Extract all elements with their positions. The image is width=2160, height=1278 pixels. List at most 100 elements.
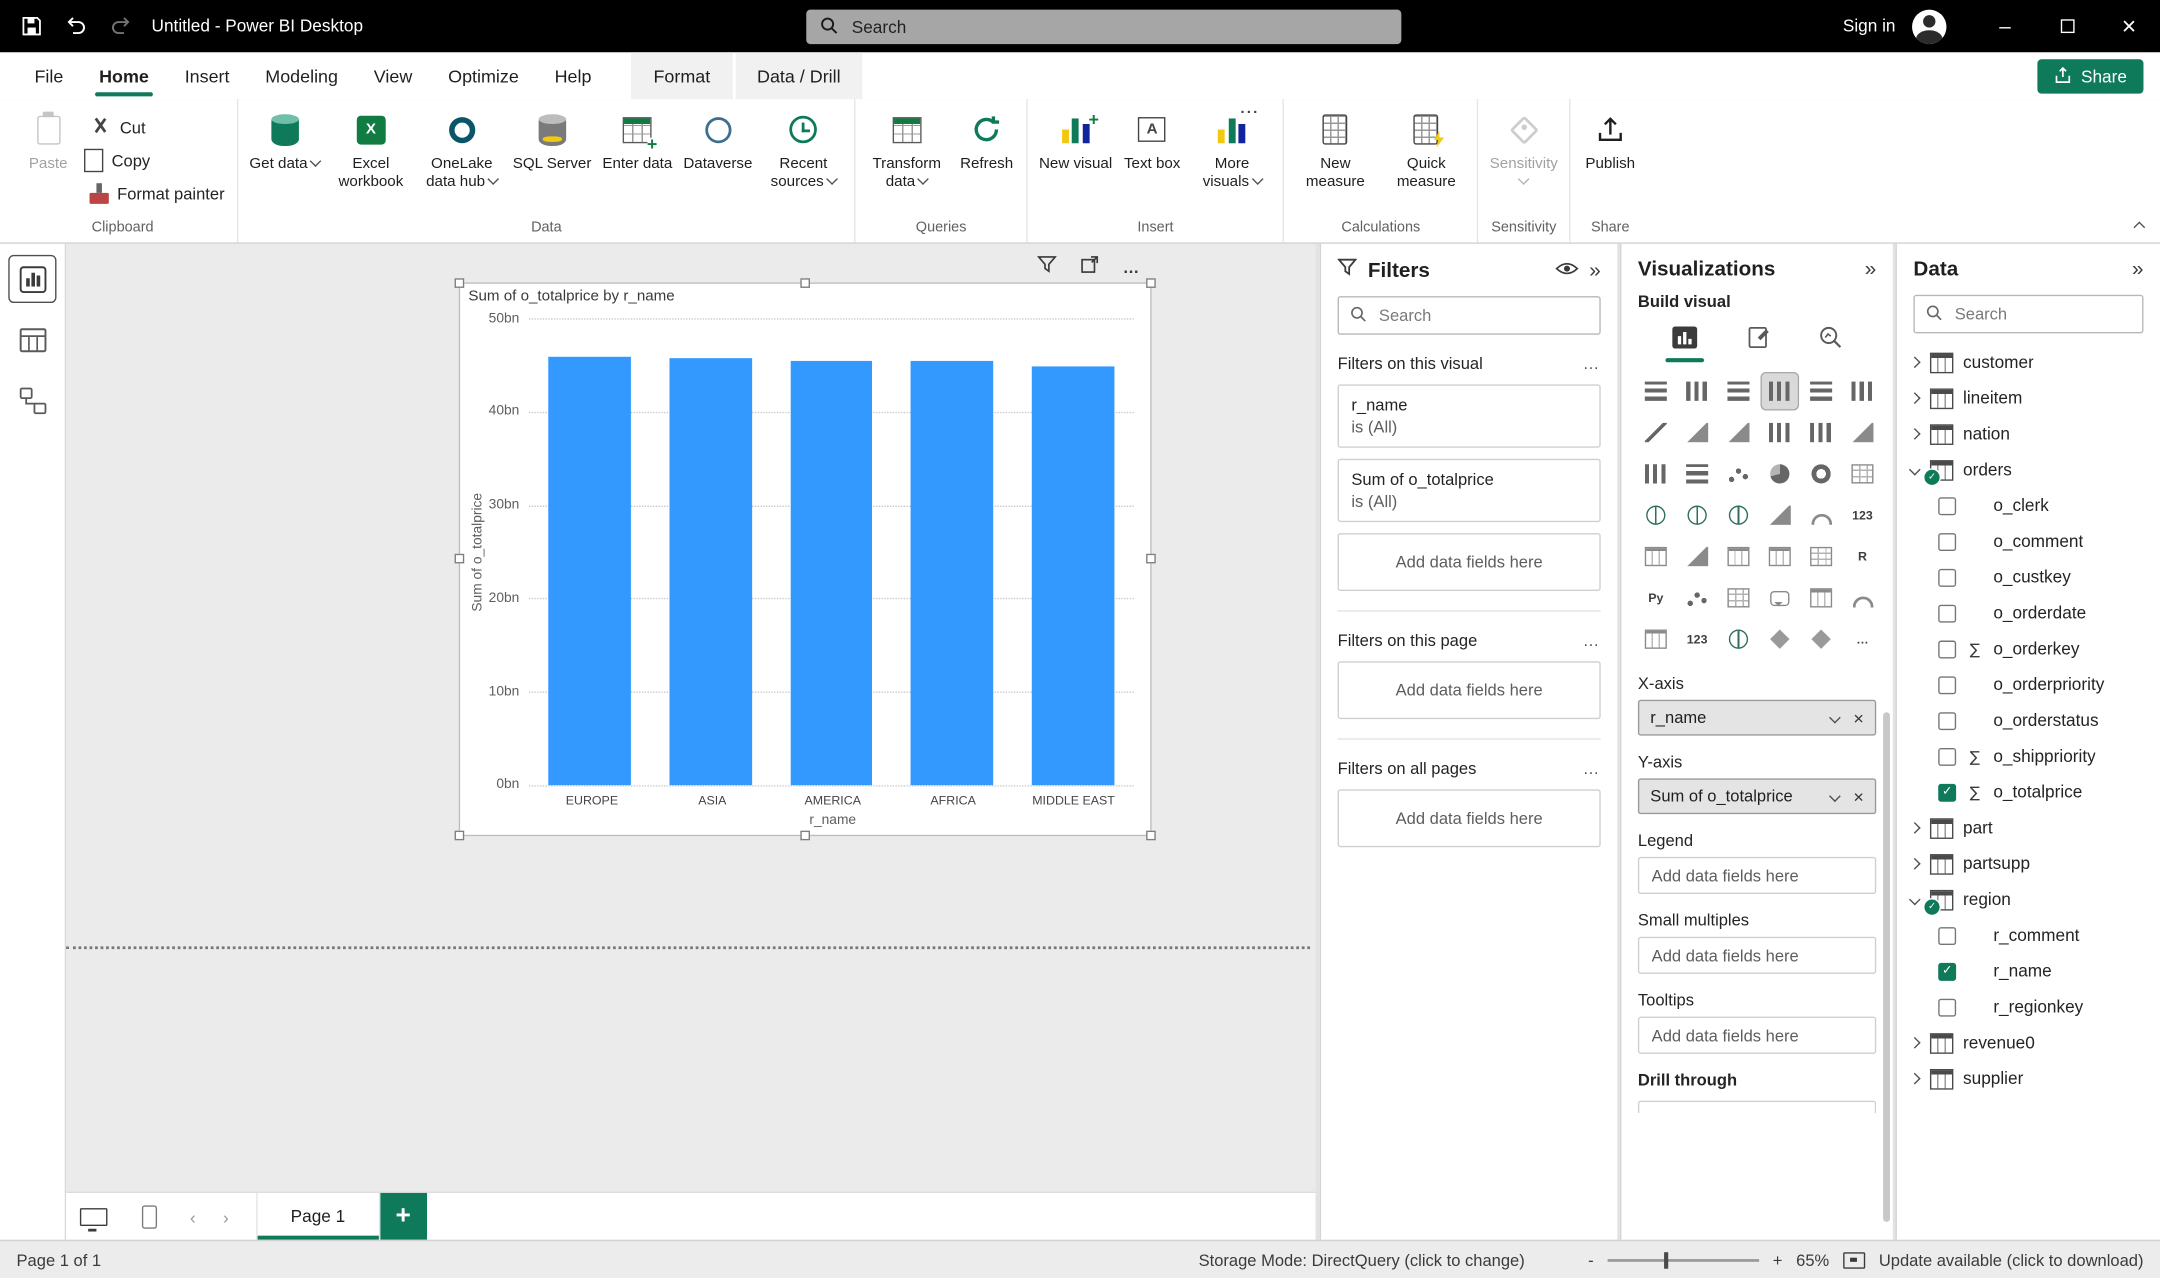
redo-icon[interactable] [107, 14, 132, 39]
add-filter-dropzone[interactable]: Add data fields here [1338, 661, 1601, 719]
format-visual-tab[interactable] [1738, 320, 1779, 363]
section-more-options-icon[interactable]: … [1583, 759, 1601, 778]
chart-bar[interactable] [1032, 366, 1114, 785]
new-page-button[interactable]: + [380, 1193, 427, 1240]
zoom-level[interactable]: 65% [1796, 1250, 1829, 1269]
resize-handle[interactable] [1146, 278, 1156, 288]
visual-type-button[interactable] [1762, 497, 1798, 533]
field-tree-row[interactable]: o_clerk [1897, 488, 2160, 524]
field-tree-row[interactable]: o_orderkey [1897, 631, 2160, 667]
menu-tab[interactable]: Optimize [430, 52, 536, 99]
resize-handle[interactable] [455, 554, 465, 564]
resize-handle[interactable] [455, 831, 465, 841]
expand-chevron-icon[interactable] [1909, 1073, 1921, 1085]
resize-handle[interactable] [1146, 554, 1156, 564]
expand-chevron-icon[interactable] [1909, 822, 1921, 834]
field-tree-row[interactable]: lineitem [1897, 380, 2160, 416]
collapse-pane-icon[interactable]: » [2132, 258, 2143, 281]
visual-type-button[interactable] [1638, 456, 1674, 492]
search-input[interactable] [849, 16, 1388, 38]
pill-dropdown-icon[interactable] [1830, 712, 1842, 724]
visual-type-button[interactable] [1762, 415, 1798, 451]
field-checkbox[interactable] [1938, 532, 1956, 550]
field-checkbox[interactable] [1938, 568, 1956, 586]
menu-tab[interactable]: Insert [167, 52, 248, 99]
save-icon[interactable] [19, 14, 44, 39]
chart-bar[interactable] [790, 361, 872, 785]
tooltips-dropzone[interactable]: Add data fields here [1638, 1017, 1876, 1054]
legend-dropzone[interactable]: Add data fields here [1638, 857, 1876, 894]
visual-type-button[interactable] [1721, 456, 1757, 492]
field-checkbox[interactable] [1938, 640, 1956, 658]
field-tree-row[interactable]: o_comment [1897, 523, 2160, 559]
menu-tab[interactable]: View [356, 52, 430, 99]
visual-type-button[interactable] [1803, 415, 1839, 451]
analytics-tab[interactable] [1810, 320, 1851, 363]
visual-type-button[interactable] [1679, 415, 1715, 451]
data-search-input[interactable] [1952, 303, 2160, 325]
visual-type-button[interactable]: 123 [1679, 621, 1715, 657]
quick-measure-button[interactable]: Quick measure [1382, 105, 1470, 195]
section-more-options-icon[interactable]: … [1583, 354, 1601, 373]
remove-field-icon[interactable]: × [1853, 786, 1863, 807]
build-visual-tab[interactable] [1663, 320, 1707, 363]
field-tree-row[interactable]: r_regionkey [1897, 989, 2160, 1025]
visual-type-button[interactable] [1803, 497, 1839, 533]
visual-filter-icon[interactable] [1037, 255, 1056, 278]
menu-tab[interactable]: Help [537, 52, 610, 99]
field-tree-row[interactable]: nation [1897, 416, 2160, 452]
field-tree-row[interactable]: o_shippriority [1897, 738, 2160, 774]
visual-type-button[interactable] [1721, 373, 1757, 409]
visual-type-button[interactable] [1803, 621, 1839, 657]
refresh-button[interactable]: Refresh [954, 105, 1020, 177]
visual-type-button[interactable] [1638, 497, 1674, 533]
focus-mode-icon[interactable] [1080, 255, 1099, 278]
publish-button[interactable]: Publish [1577, 105, 1643, 177]
mobile-layout-button[interactable] [121, 1193, 176, 1240]
field-tree-row[interactable]: orders [1897, 452, 2160, 488]
next-page-arrow[interactable]: › [209, 1193, 242, 1240]
visual-type-button[interactable] [1845, 373, 1881, 409]
field-checkbox[interactable] [1938, 926, 1956, 944]
zoom-in-button[interactable]: + [1773, 1250, 1783, 1269]
expand-chevron-icon[interactable] [1909, 392, 1921, 404]
more-options-icon[interactable]: … [1123, 257, 1141, 276]
close-button[interactable]: × [2098, 0, 2160, 52]
visual-type-button[interactable] [1638, 539, 1674, 575]
visual-type-button[interactable] [1762, 373, 1798, 409]
menu-tab[interactable]: File [17, 52, 82, 99]
undo-icon[interactable] [63, 14, 88, 39]
visual-type-button[interactable] [1721, 580, 1757, 616]
pane-scrollbar[interactable] [1883, 712, 1890, 1222]
visual-type-button[interactable] [1845, 580, 1881, 616]
field-tree-row[interactable]: o_orderpriority [1897, 667, 2160, 703]
field-tree-row[interactable]: r_comment [1897, 917, 2160, 953]
table-view-button[interactable] [8, 315, 56, 363]
visual-type-button[interactable] [1803, 580, 1839, 616]
visual-type-button[interactable]: Py [1638, 580, 1674, 616]
cut-button[interactable]: Cut [84, 113, 230, 142]
field-tree-row[interactable]: o_totalprice [1897, 774, 2160, 810]
excel-workbook-button[interactable]: Excel workbook [327, 105, 415, 195]
recent-sources-button[interactable]: Recent sources [759, 105, 847, 195]
field-tree-row[interactable]: o_orderdate [1897, 595, 2160, 631]
remove-field-icon[interactable]: × [1853, 707, 1863, 728]
sensitivity-button[interactable]: Sensitivity [1486, 105, 1562, 195]
filters-search-input[interactable] [1376, 304, 1595, 326]
new-measure-button[interactable]: New measure [1291, 105, 1379, 195]
field-tree-row[interactable]: o_custkey [1897, 559, 2160, 595]
visual-type-button[interactable] [1679, 497, 1715, 533]
maximize-button[interactable] [2036, 0, 2098, 52]
x-axis-field-pill[interactable]: r_name × [1638, 700, 1876, 736]
expand-chevron-icon[interactable] [1909, 894, 1921, 906]
filters-search[interactable] [1338, 296, 1601, 335]
format-painter-button[interactable]: Format painter [84, 179, 230, 208]
account-avatar[interactable] [1912, 9, 1946, 43]
expand-chevron-icon[interactable] [1909, 356, 1921, 368]
visual-type-button[interactable] [1638, 373, 1674, 409]
desktop-layout-button[interactable] [66, 1193, 121, 1240]
enter-data-button[interactable]: Enter data [598, 105, 676, 177]
resize-handle[interactable] [455, 278, 465, 288]
zoom-out-button[interactable]: - [1588, 1250, 1594, 1269]
y-axis-field-pill[interactable]: Sum of o_totalprice × [1638, 778, 1876, 814]
